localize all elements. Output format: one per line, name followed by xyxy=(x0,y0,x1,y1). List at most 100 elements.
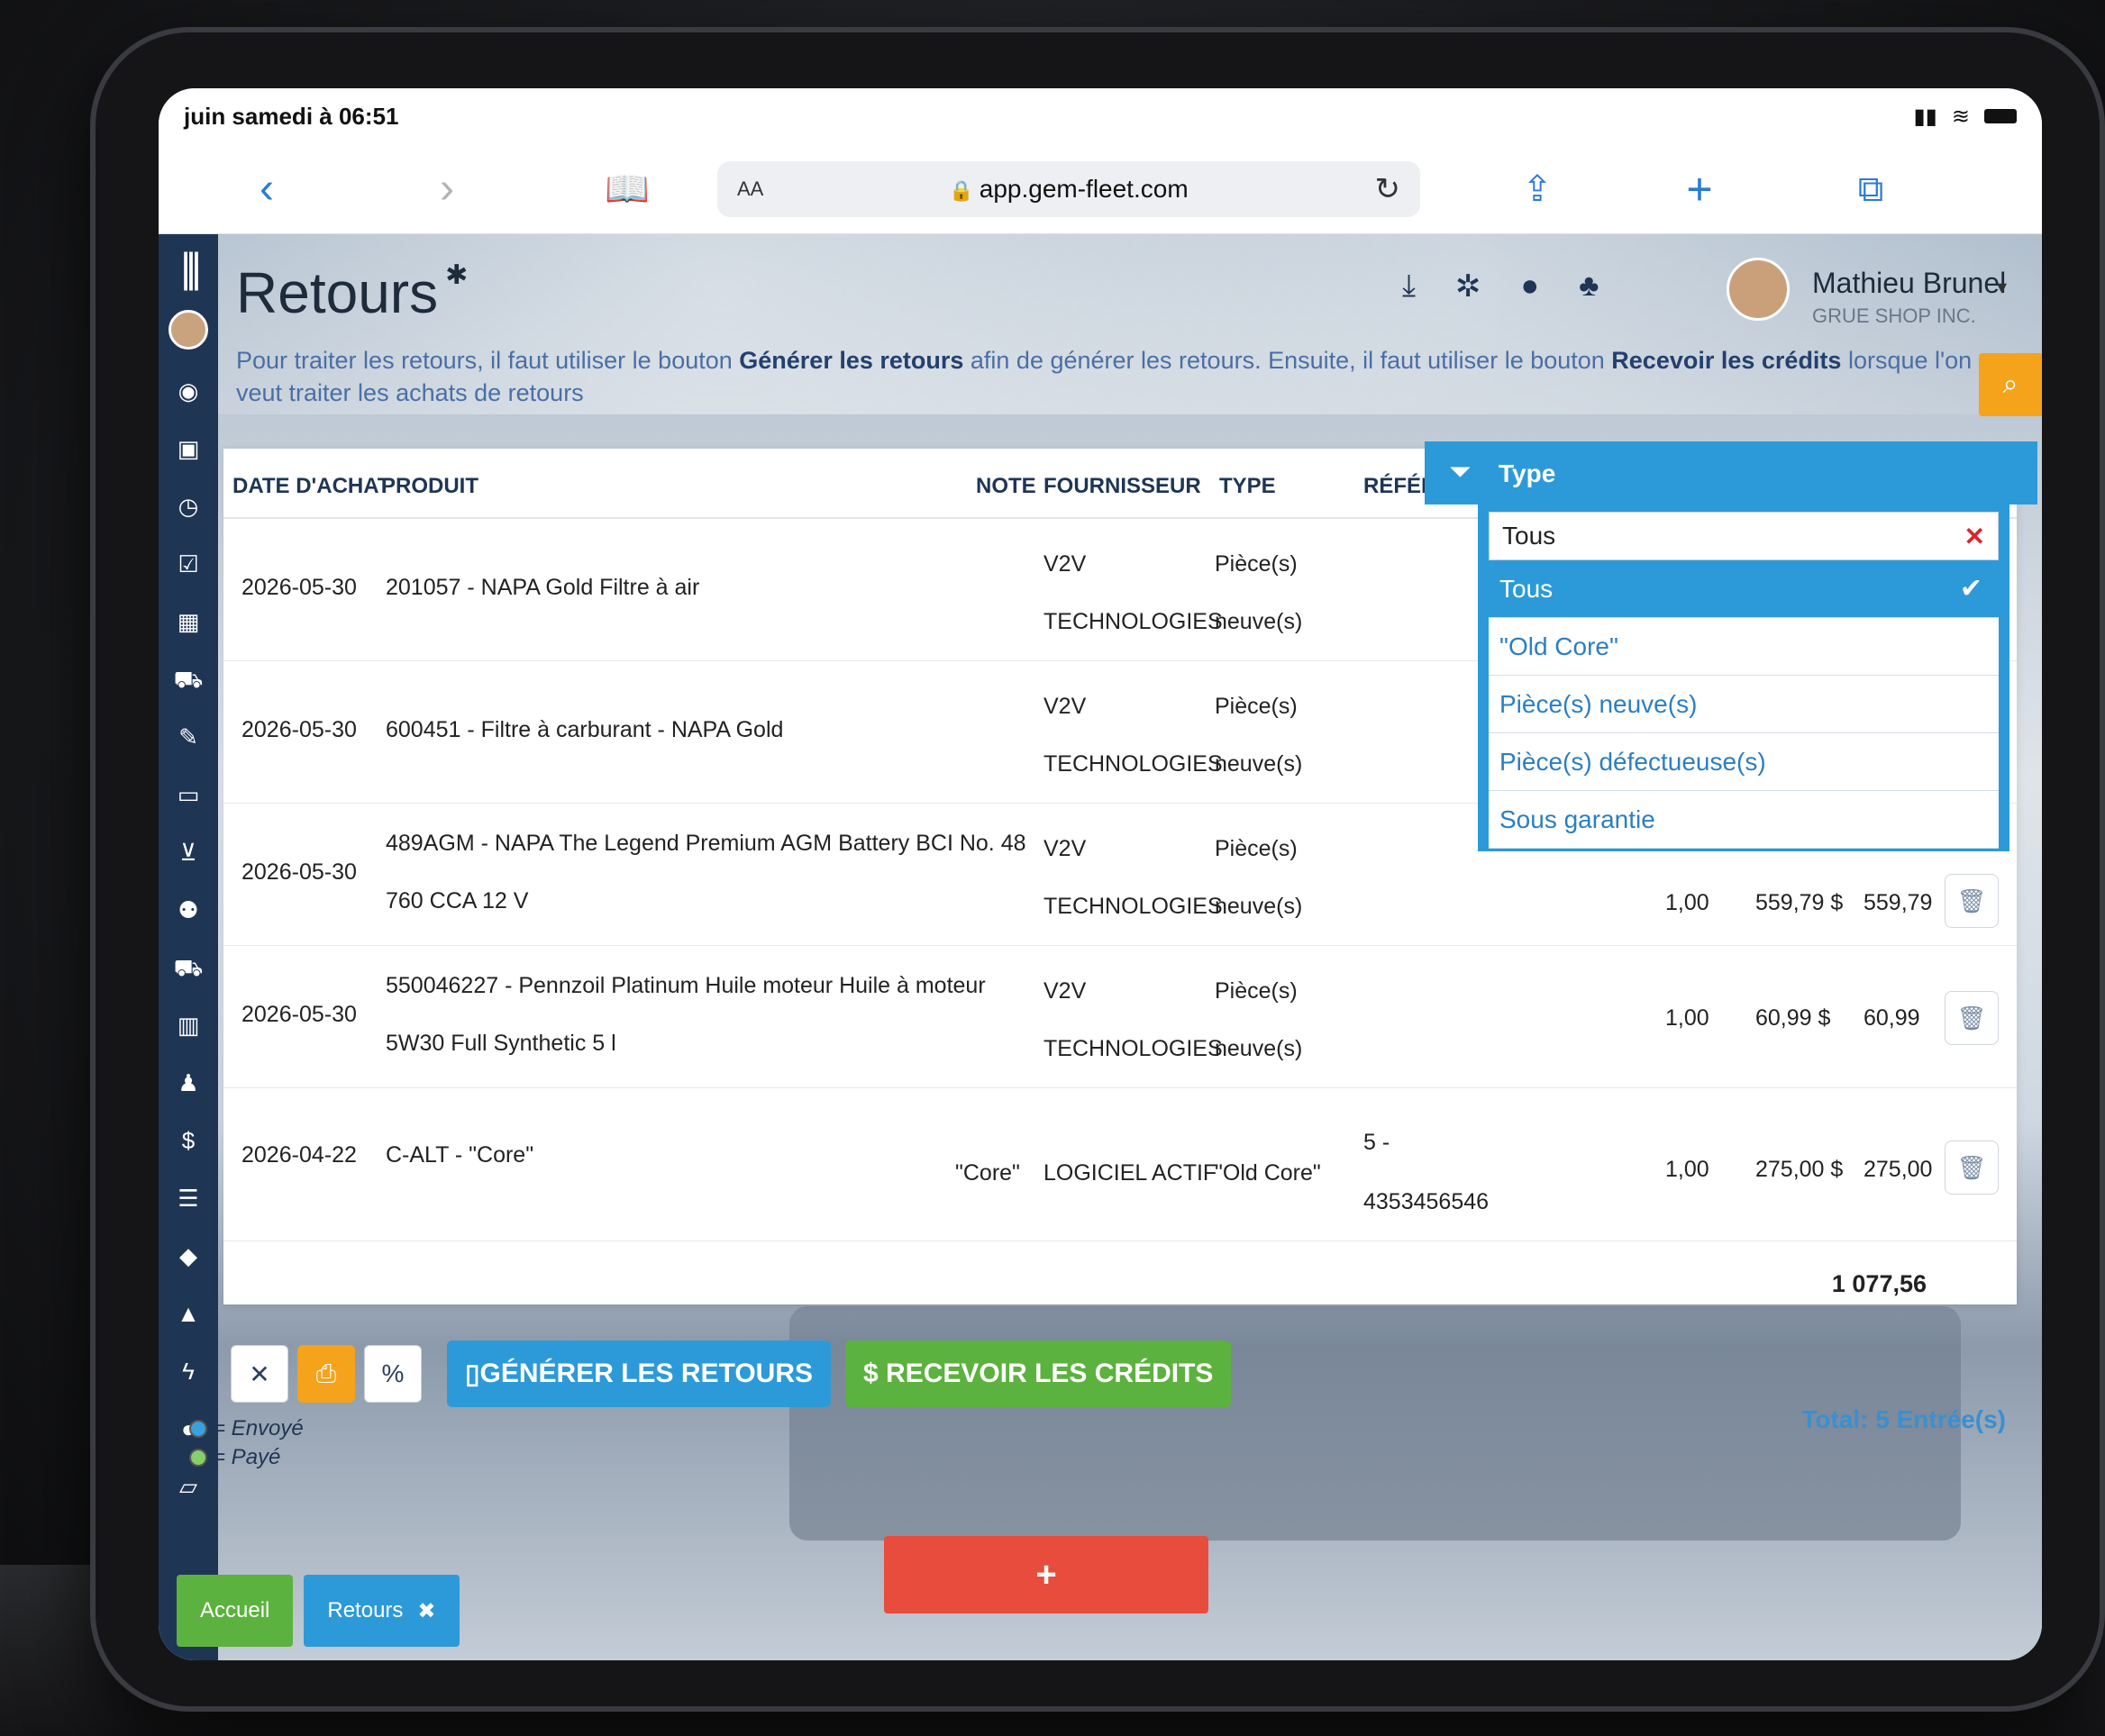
search-button[interactable]: ⌕ xyxy=(1979,353,2042,416)
cart-icon[interactable]: ⊻ xyxy=(159,823,218,881)
print-icon: ⎙ xyxy=(315,1359,337,1387)
col-note[interactable]: NOTE xyxy=(976,474,1036,499)
cell-total: 275,00 xyxy=(1864,1157,1933,1182)
delete-button[interactable]: 🗑 xyxy=(1945,874,1999,928)
option-label: Pièce(s) neuve(s) xyxy=(1499,690,1698,718)
cell-product: C-ALT - "Core" xyxy=(386,1142,534,1168)
print-button[interactable]: ⎙ xyxy=(297,1345,355,1403)
table-row[interactable]: 2026-05-30 550046227 - Pennzoil Platinum… xyxy=(223,946,2017,1088)
edit-icon[interactable]: ✎ xyxy=(159,708,218,766)
clear-button[interactable]: ✕ xyxy=(231,1345,288,1403)
download-icon[interactable]: ⤓ xyxy=(1402,268,1416,304)
filter-option-tous[interactable]: Tous ✔ xyxy=(1489,560,1999,618)
col-type[interactable]: TYPE xyxy=(1219,474,1276,499)
chart-icon[interactable]: ▥ xyxy=(159,996,218,1054)
chat-bubble-icon[interactable]: ● xyxy=(1521,268,1540,304)
lock-icon: 🔒 xyxy=(949,178,974,202)
settings-icon[interactable]: ✲ xyxy=(1455,268,1481,304)
type-filter-header[interactable]: ⏷ Type xyxy=(1425,441,2037,504)
money-icon[interactable]: ▣ xyxy=(159,420,218,477)
close-icon: ✕ xyxy=(249,1359,270,1388)
legend-sent: = Envoyé xyxy=(189,1416,304,1441)
document-icon: ▯ xyxy=(465,1359,480,1389)
cell-type: "Old Core" xyxy=(1215,1160,1321,1186)
delete-button[interactable]: 🗑 xyxy=(1945,1141,1999,1195)
url-bar[interactable]: AA 🔒 app.gem-fleet.com ↻ xyxy=(717,160,1420,217)
cell-supplier-2: TECHNOLOGIES xyxy=(1043,751,1223,777)
option-label: Tous xyxy=(1499,575,1554,603)
users-icon[interactable]: ⚉ xyxy=(159,881,218,939)
cell-qty: 1,00 xyxy=(1665,1157,1709,1182)
user-icon[interactable]: ♟ xyxy=(159,1054,218,1112)
bell-icon[interactable]: ♣ xyxy=(1579,268,1599,304)
dollar-icon[interactable]: $ xyxy=(159,1112,218,1169)
cell-type-2: neuve(s) xyxy=(1215,894,1303,919)
bolt-icon[interactable]: ϟ xyxy=(159,1342,218,1400)
legend-sent-label: = Envoyé xyxy=(213,1416,304,1441)
intro-part-2: afin de générer les retours. Ensuite, il… xyxy=(963,347,1612,374)
delete-button[interactable]: 🗑 xyxy=(1945,991,1999,1045)
tabs-icon[interactable]: ⧉ xyxy=(1835,171,1907,207)
receive-credits-button[interactable]: $ RECEVOIR LES CRÉDITS xyxy=(845,1341,1232,1407)
cell-supplier: V2V xyxy=(1043,551,1087,577)
lock-icon[interactable]: ▲ xyxy=(159,1285,218,1342)
col-supplier[interactable]: FOURNISSEUR xyxy=(1043,474,1201,499)
filter-option-warranty[interactable]: Sous garantie xyxy=(1489,791,1999,849)
cell-type: Pièce(s) xyxy=(1215,978,1298,1004)
chevron-down-icon[interactable]: ▾ xyxy=(1997,276,2007,299)
dashboard-icon[interactable]: ◉ xyxy=(159,362,218,420)
filter-option-old-core[interactable]: "Old Core" xyxy=(1489,618,1999,676)
cell-product: 600451 - Filtre à carburant - NAPA Gold xyxy=(386,717,784,742)
cell-qty: 1,00 xyxy=(1665,890,1709,915)
truck-icon[interactable]: ⛟ xyxy=(159,939,218,996)
share-icon[interactable]: ⇪ xyxy=(1501,171,1573,207)
back-icon[interactable]: ‹ xyxy=(231,167,303,211)
option-label: Sous garantie xyxy=(1499,805,1655,833)
calendar-icon[interactable]: ▦ xyxy=(159,593,218,650)
bookmarks-icon[interactable]: 📖 xyxy=(591,171,663,207)
close-tab-icon[interactable]: ✖ xyxy=(417,1598,435,1624)
cell-type-2: neuve(s) xyxy=(1215,609,1303,634)
cell-type: Pièce(s) xyxy=(1215,694,1298,719)
table-row[interactable]: 2026-04-22 C-ALT - "Core" "Core" LOGICIE… xyxy=(223,1088,2017,1241)
list-icon[interactable]: ☰ xyxy=(159,1169,218,1227)
user-avatar[interactable] xyxy=(1727,258,1790,321)
cell-supplier-2: TECHNOLOGIES xyxy=(1043,609,1223,634)
legend-paid-label: = Payé xyxy=(213,1445,281,1469)
car-icon[interactable]: ⛟ xyxy=(159,650,218,708)
cell-supplier-2: TECHNOLOGIES xyxy=(1043,894,1223,919)
tablet-screen: juin samedi à 06:51 ▮▮ ≋ ‹ › 📖 AA 🔒 app.g… xyxy=(159,88,2042,1660)
add-button[interactable]: + xyxy=(884,1536,1208,1613)
clock-icon[interactable]: ◷ xyxy=(159,477,218,535)
action-bar: ✕ ⎙ % ▯ GÉNÉRER LES RETOURS $ RECEVOIR LE… xyxy=(231,1341,1232,1407)
clear-icon[interactable]: ✕ xyxy=(1964,522,1985,551)
search-icon: ⌕ xyxy=(2002,369,2018,399)
filter-option-defective-parts[interactable]: Pièce(s) défectueuse(s) xyxy=(1489,733,1999,791)
new-tab-icon[interactable]: + xyxy=(1663,167,1736,212)
col-date[interactable]: DATE D'ACHAT xyxy=(232,474,390,499)
col-product[interactable]: PRODUIT xyxy=(381,474,478,499)
cell-type-2: neuve(s) xyxy=(1215,1036,1303,1061)
link-button[interactable]: % xyxy=(364,1345,422,1403)
menu-icon[interactable]: ||| xyxy=(180,243,202,292)
status-time: juin samedi à 06:51 xyxy=(184,102,399,130)
intro-bold-receive: Recevoir les crédits xyxy=(1611,347,1842,374)
cell-product-2: 5W30 Full Synthetic 5 l xyxy=(386,1031,616,1056)
checkbox-icon[interactable]: ☑ xyxy=(159,535,218,593)
forward-icon[interactable]: › xyxy=(411,167,483,211)
filter-search-input[interactable]: Tous ✕ xyxy=(1489,512,1999,560)
tag-icon[interactable]: ◆ xyxy=(159,1227,218,1285)
tab-home-label: Accueil xyxy=(200,1598,270,1622)
user-name[interactable]: Mathieu Brunel xyxy=(1812,267,2006,300)
plus-icon: + xyxy=(1035,1554,1057,1595)
tab-home[interactable]: Accueil xyxy=(177,1575,294,1647)
card-icon[interactable]: ▭ xyxy=(159,766,218,823)
settings-gear-icon[interactable]: ✱ xyxy=(445,260,468,290)
cell-note: "Core" xyxy=(955,1160,1020,1186)
page-title: Retours ✱ xyxy=(236,259,468,326)
tab-returns[interactable]: Retours ✖ xyxy=(304,1575,460,1647)
filter-option-new-parts[interactable]: Pièce(s) neuve(s) xyxy=(1489,676,1999,733)
sidebar-avatar[interactable] xyxy=(169,310,208,350)
cell-date: 2026-05-30 xyxy=(241,859,357,885)
generate-returns-button[interactable]: ▯ GÉNÉRER LES RETOURS xyxy=(447,1341,832,1407)
